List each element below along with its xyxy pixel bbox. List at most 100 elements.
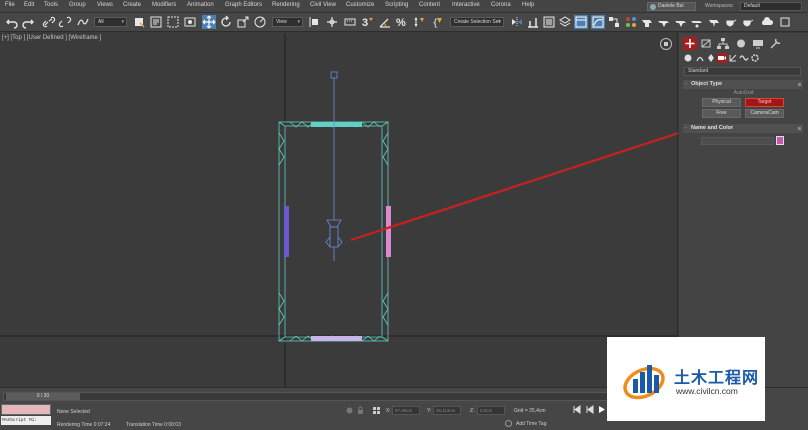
edit-named-selection-icon[interactable]: { bbox=[430, 15, 444, 29]
top-viewport[interactable]: [+] [Top ] [User Defined ] [Wireframe ] bbox=[0, 33, 678, 387]
space-warps-icon[interactable] bbox=[739, 53, 749, 63]
lock-selection-icon[interactable] bbox=[356, 406, 365, 415]
time-slider[interactable]: 0 / 30 > bbox=[3, 392, 673, 401]
rendered-frame-window-icon[interactable] bbox=[657, 15, 671, 29]
free-camera-button[interactable]: Free bbox=[702, 109, 741, 118]
object-category-dropdown[interactable]: Standard bbox=[684, 67, 801, 76]
move-icon[interactable] bbox=[202, 15, 216, 29]
menu-rendering[interactable]: Rendering bbox=[272, 2, 300, 8]
schematic-view-icon[interactable] bbox=[607, 15, 621, 29]
snap-toggle-icon[interactable]: 3 bbox=[361, 15, 375, 29]
maxscript-input[interactable]: MAXScript Mi: bbox=[1, 416, 51, 425]
motion-tab-icon[interactable] bbox=[734, 37, 748, 50]
z-coord-field[interactable]: 0,0cm bbox=[477, 406, 505, 415]
render-setup-icon[interactable] bbox=[640, 15, 654, 29]
rotate-icon[interactable] bbox=[219, 15, 233, 29]
link-icon[interactable] bbox=[42, 15, 56, 29]
a360-render-icon[interactable] bbox=[741, 15, 755, 29]
menu-group[interactable]: Group bbox=[69, 2, 86, 8]
toggle-scene-explorer-icon[interactable] bbox=[542, 15, 556, 29]
hierarchy-tab-icon[interactable] bbox=[716, 37, 730, 50]
reference-coordinate-dropdown[interactable]: View bbox=[272, 17, 303, 27]
object-type-rollout[interactable]: - Object Type bbox=[683, 80, 803, 89]
menu-content[interactable]: Content bbox=[419, 2, 440, 8]
object-name-field[interactable] bbox=[701, 137, 774, 145]
bind-space-warp-icon[interactable] bbox=[76, 15, 90, 29]
teapot-render-icon[interactable] bbox=[724, 15, 738, 29]
name-and-color-rollout[interactable]: - Name and Color bbox=[683, 124, 803, 133]
mirror-icon[interactable] bbox=[510, 15, 524, 29]
time-tag-icon[interactable] bbox=[504, 419, 513, 428]
shapes-icon[interactable] bbox=[695, 53, 705, 63]
selection-filter-dropdown[interactable]: All bbox=[94, 17, 127, 27]
maxscript-listener[interactable] bbox=[1, 404, 51, 415]
pivot-center-icon[interactable] bbox=[308, 15, 322, 29]
angle-snap-icon[interactable] bbox=[378, 15, 392, 29]
absolute-mode-icon[interactable] bbox=[372, 406, 381, 415]
percent-snap-icon[interactable]: % bbox=[395, 15, 409, 29]
toggle-ribbon-icon[interactable] bbox=[574, 15, 588, 29]
render-iterative-icon[interactable] bbox=[690, 15, 704, 29]
create-tab-icon[interactable] bbox=[683, 37, 697, 50]
user-account[interactable]: Daniele Bal bbox=[647, 2, 696, 11]
menu-interactive[interactable]: Interactive bbox=[452, 2, 480, 8]
menu-civil-view[interactable]: Civil View bbox=[310, 2, 336, 8]
keyboard-shortcut-icon[interactable] bbox=[343, 15, 357, 29]
menu-file[interactable]: File bbox=[5, 2, 15, 8]
menu-modifiers[interactable]: Modifiers bbox=[152, 2, 176, 8]
menu-views[interactable]: Views bbox=[97, 2, 113, 8]
render-cloud-icon[interactable] bbox=[707, 15, 721, 29]
scale-icon[interactable] bbox=[236, 15, 250, 29]
geometry-icon[interactable] bbox=[683, 53, 693, 63]
x-coord-field[interactable]: 67,48cm bbox=[392, 406, 420, 415]
viewport-scene bbox=[0, 33, 678, 387]
helpers-icon[interactable] bbox=[728, 53, 738, 63]
selection-set-dropdown[interactable]: Create Selection Set bbox=[450, 17, 504, 27]
window-crossing-icon[interactable] bbox=[183, 15, 197, 29]
layer-explorer-icon[interactable] bbox=[558, 15, 572, 29]
menu-animation[interactable]: Animation bbox=[187, 2, 214, 8]
rectangular-selection-icon[interactable] bbox=[166, 15, 180, 29]
open-explorer-icon[interactable] bbox=[778, 15, 792, 29]
go-to-start-icon[interactable] bbox=[572, 405, 581, 414]
select-by-name-icon[interactable] bbox=[149, 15, 163, 29]
previous-frame-icon[interactable] bbox=[585, 405, 594, 414]
autogrid-checkbox[interactable]: AutoGrid bbox=[679, 90, 808, 96]
menu-create[interactable]: Create bbox=[123, 2, 141, 8]
utilities-tab-icon[interactable] bbox=[768, 37, 782, 50]
physical-camera-button[interactable]: Physical bbox=[702, 98, 741, 107]
material-editor-icon[interactable] bbox=[624, 15, 638, 29]
time-slider-thumb[interactable]: 0 / 30 bbox=[6, 393, 80, 400]
object-color-swatch[interactable] bbox=[776, 136, 784, 145]
systems-icon[interactable] bbox=[750, 53, 760, 63]
lights-icon[interactable] bbox=[706, 53, 716, 63]
cloud-icon[interactable] bbox=[760, 15, 774, 29]
unlink-icon[interactable] bbox=[58, 15, 72, 29]
menu-customize[interactable]: Customize bbox=[346, 2, 374, 8]
isolate-icon[interactable] bbox=[345, 406, 354, 415]
menu-tools[interactable]: Tools bbox=[44, 2, 58, 8]
menu-edit[interactable]: Edit bbox=[24, 2, 34, 8]
redo-icon[interactable] bbox=[21, 15, 35, 29]
menu-scripting[interactable]: Scripting bbox=[385, 2, 408, 8]
render-production-icon[interactable] bbox=[674, 15, 688, 29]
menu-corona[interactable]: Corona bbox=[491, 2, 511, 8]
play-icon[interactable] bbox=[597, 405, 606, 414]
spinner-snap-icon[interactable] bbox=[412, 15, 426, 29]
add-time-tag-button[interactable]: Add Time Tag bbox=[516, 421, 546, 427]
target-camera-button[interactable]: Target bbox=[745, 98, 784, 107]
curve-editor-icon[interactable] bbox=[591, 15, 605, 29]
undo-icon[interactable] bbox=[5, 15, 19, 29]
select-manipulate-icon[interactable] bbox=[325, 15, 339, 29]
modify-tab-icon[interactable] bbox=[699, 37, 713, 50]
menu-help[interactable]: Help bbox=[522, 2, 534, 8]
workspace-dropdown[interactable]: Default bbox=[740, 2, 802, 11]
placement-icon[interactable] bbox=[253, 15, 267, 29]
display-tab-icon[interactable] bbox=[751, 37, 765, 50]
select-object-icon[interactable] bbox=[132, 15, 146, 29]
y-coord-field[interactable]: 26,113cm bbox=[433, 406, 461, 415]
align-icon[interactable] bbox=[526, 15, 540, 29]
cameras-icon[interactable] bbox=[717, 53, 727, 63]
menu-graph-editors[interactable]: Graph Editors bbox=[225, 2, 262, 8]
cameracam-button[interactable]: CameraCam bbox=[745, 109, 784, 118]
